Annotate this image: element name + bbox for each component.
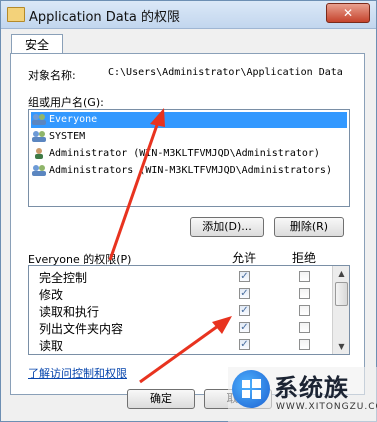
- arrow-head-icon: [212, 316, 232, 334]
- arrow-to-checkbox: [139, 324, 219, 384]
- annotation-arrows: [108, 108, 232, 384]
- arrow-to-everyone: [108, 121, 160, 261]
- arrow-head-icon: [150, 108, 165, 127]
